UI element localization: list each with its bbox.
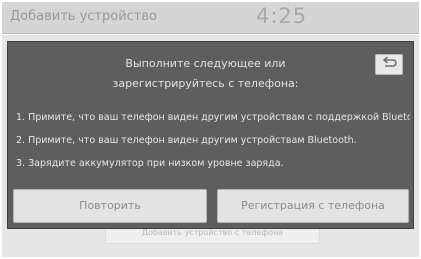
instruction-step-2: 2. Примите, что ваш телефон виден другим…	[16, 135, 357, 146]
bluetooth-dialog: Выполните следующее или зарегистрируйтес…	[7, 41, 414, 229]
instruction-step-1: 1. Примите, что ваш телефон виден другим…	[16, 112, 410, 123]
back-button[interactable]	[375, 54, 403, 75]
dialog-heading-line-1: Выполните следующее или	[125, 57, 286, 70]
register-from-phone-button[interactable]: Регистрация с телефона	[217, 189, 409, 223]
title-bar: Добавить устройство 4:25	[2, 2, 419, 34]
clock: 4:25	[256, 4, 308, 28]
repeat-button[interactable]: Повторить	[13, 189, 207, 223]
dialog-heading: Выполните следующее или зарегистрируйтес…	[68, 54, 343, 94]
instruction-step-3: 3. Зарядите аккумулятор при низком уровн…	[16, 158, 284, 169]
dialog-heading-line-2: зарегистрируйтесь с телефона:	[112, 77, 299, 90]
page-title: Добавить устройство	[10, 9, 157, 24]
instruction-list: 1. Примите, что ваш телефон виден другим…	[16, 111, 410, 180]
back-arrow-icon	[383, 56, 397, 67]
screen: Добавить устройство 4:25 Добавить устрой…	[0, 0, 421, 259]
